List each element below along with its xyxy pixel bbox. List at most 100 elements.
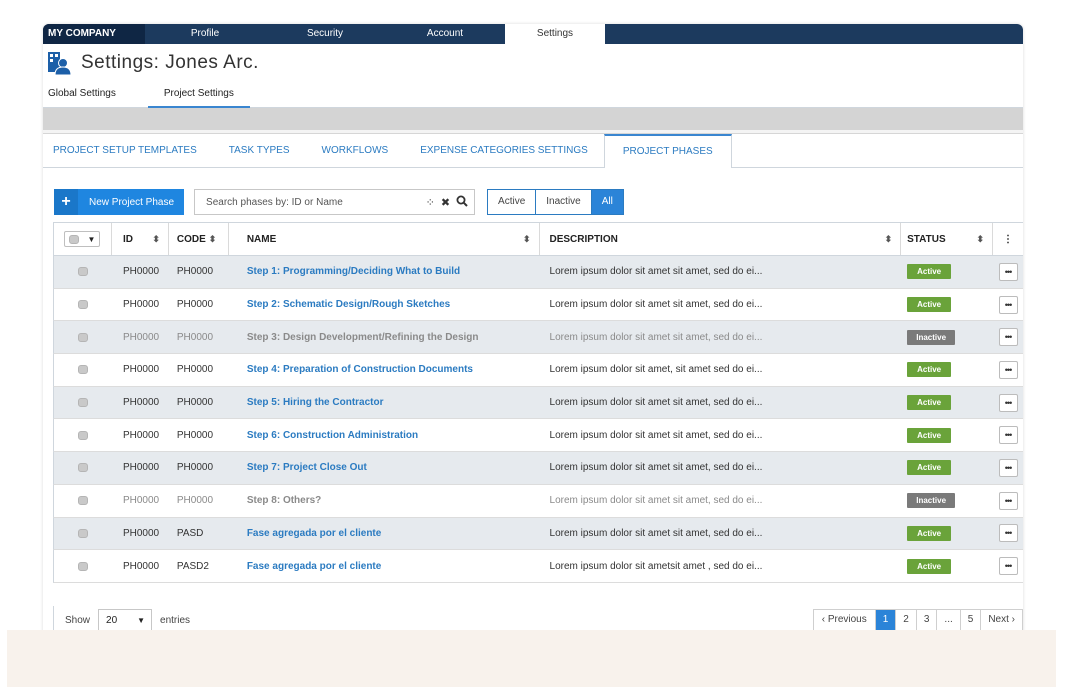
more-icon[interactable]: ••• <box>998 557 1018 576</box>
col-id[interactable]: ID ⬍ <box>112 223 169 255</box>
table-row[interactable]: PH0000 PH0000 Step 2: Schematic Design/R… <box>53 288 1023 322</box>
tab-global-settings[interactable]: Global Settings <box>43 82 121 108</box>
title-bar: Settings: Jones Arc. <box>43 44 1023 82</box>
more-icon[interactable]: ••• <box>998 328 1018 347</box>
tab-task-types[interactable]: TASK TYPES <box>213 134 306 167</box>
row-checkbox[interactable] <box>77 300 88 310</box>
status-badge: Active <box>907 558 952 574</box>
status-badge: Active <box>907 395 952 411</box>
row-checkbox[interactable] <box>77 528 88 538</box>
row-select-cell <box>54 321 112 353</box>
nav-security[interactable]: Security <box>265 24 385 44</box>
col-description[interactable]: DESCRIPTION ⬍ <box>540 223 902 255</box>
search-input[interactable]: Search phases by: ID or Name ⁘ ✖ <box>194 189 476 215</box>
bottom-overlay <box>7 630 1056 687</box>
row-checkbox[interactable] <box>77 496 88 506</box>
row-description: Lorem ipsum dolor sit amet sit amet, sed… <box>549 266 763 278</box>
row-name-link[interactable]: Step 3: Design Development/Refining the … <box>229 321 540 353</box>
row-description: Lorem ipsum dolor sit amet sit amet, sed… <box>549 429 763 441</box>
col-name[interactable]: NAME ⬍ <box>229 223 540 255</box>
row-checkbox[interactable] <box>77 561 88 571</box>
row-select-cell <box>54 518 112 550</box>
select-all-checkbox[interactable] <box>69 234 80 244</box>
table-row[interactable]: PH0000 PH0000 Step 4: Preparation of Con… <box>53 354 1023 387</box>
sort-icon: ⬍ <box>152 233 160 244</box>
row-checkbox[interactable] <box>77 365 88 375</box>
more-icon[interactable]: ••• <box>998 458 1018 477</box>
table-row[interactable]: PH0000 PH0000 Step 1: Programming/Decidi… <box>53 256 1023 289</box>
page-size-select[interactable]: 20 ▼ <box>98 609 153 631</box>
table-row[interactable]: PH0000 PASD Fase agregada por el cliente… <box>53 517 1023 551</box>
row-actions-cell: ••• <box>993 289 1023 321</box>
select-all-dropdown[interactable]: ▼ <box>64 231 101 247</box>
more-icon[interactable]: ••• <box>998 360 1018 379</box>
page-5-button[interactable]: 5 <box>961 610 982 630</box>
more-icon[interactable]: ••• <box>998 491 1018 510</box>
page-3-button[interactable]: 3 <box>917 610 938 630</box>
column-menu-icon[interactable]: ⋮ <box>993 223 1023 255</box>
row-name-link[interactable]: Step 8: Others? <box>229 485 540 517</box>
table-row[interactable]: PH0000 PH0000 Step 6: Construction Admin… <box>53 419 1023 453</box>
table-row[interactable]: PH0000 PH0000 Step 8: Others? Lorem ipsu… <box>53 484 1023 518</box>
status-badge: Inactive <box>907 493 956 509</box>
col-status-label: STATUS <box>907 233 946 245</box>
tab-expense-categories[interactable]: EXPENSE CATEGORIES SETTINGS <box>404 134 604 167</box>
row-name-link[interactable]: Fase agregada por el cliente <box>229 518 540 550</box>
row-checkbox[interactable] <box>77 332 88 342</box>
row-status-cell: Active <box>901 256 993 288</box>
row-status-cell: Active <box>901 550 993 582</box>
page-2-button[interactable]: 2 <box>896 610 917 630</box>
row-checkbox[interactable] <box>77 398 88 408</box>
table-row[interactable]: PH0000 PH0000 Step 7: Project Close Out … <box>53 452 1023 485</box>
table-row[interactable]: PH0000 PASD2 Fase agregada por el client… <box>53 550 1023 583</box>
row-name-link[interactable]: Step 6: Construction Administration <box>229 419 540 451</box>
filter-all[interactable]: All <box>590 190 623 214</box>
status-badge: Active <box>907 427 952 443</box>
table-row[interactable]: PH0000 PH0000 Step 5: Hiring the Contrac… <box>53 386 1023 420</box>
row-checkbox[interactable] <box>77 463 88 473</box>
more-icon[interactable]: ••• <box>998 393 1018 412</box>
col-code[interactable]: CODE ⬍ <box>169 223 229 255</box>
nav-account[interactable]: Account <box>385 24 505 44</box>
nav-settings[interactable]: Settings <box>505 24 605 44</box>
plus-icon: + <box>54 189 78 215</box>
row-name-link[interactable]: Step 5: Hiring the Contractor <box>229 387 540 419</box>
more-icon[interactable]: ••• <box>998 262 1018 281</box>
tab-project-phases[interactable]: PROJECT PHASES <box>603 134 732 168</box>
row-name-link[interactable]: Step 7: Project Close Out <box>229 452 540 484</box>
nav-profile[interactable]: Profile <box>145 24 265 44</box>
divider-bar <box>43 108 1023 130</box>
row-checkbox[interactable] <box>77 267 88 277</box>
row-name-link[interactable]: Step 1: Programming/Deciding What to Bui… <box>229 256 540 288</box>
row-code: PH0000 <box>176 429 214 441</box>
col-status[interactable]: STATUS ⬍ <box>901 223 994 255</box>
col-id-label: ID <box>122 233 133 245</box>
status-filter: Active Inactive All <box>487 189 624 215</box>
more-icon[interactable]: ••• <box>998 295 1018 314</box>
clear-icon[interactable]: ✖ <box>441 196 450 209</box>
row-checkbox[interactable] <box>77 430 88 440</box>
row-name-link[interactable]: Step 2: Schematic Design/Rough Sketches <box>229 289 540 321</box>
settings-user-icon <box>47 51 72 76</box>
more-icon[interactable]: ••• <box>998 426 1018 445</box>
filter-inactive[interactable]: Inactive <box>535 190 590 214</box>
row-id: PH0000 <box>122 364 160 376</box>
row-name-link[interactable]: Fase agregada por el cliente <box>229 550 540 582</box>
new-project-phase-button[interactable]: + New Project Phase <box>54 189 185 215</box>
next-page-button[interactable]: Next › <box>981 610 1022 630</box>
tab-project-settings[interactable]: Project Settings <box>147 82 250 108</box>
tab-project-setup-templates[interactable]: PROJECT SETUP TEMPLATES <box>43 134 213 167</box>
row-code: PH0000 <box>176 364 214 376</box>
table-row[interactable]: PH0000 PH0000 Step 3: Design Development… <box>53 321 1023 355</box>
previous-page-button[interactable]: ‹ Previous <box>814 610 876 630</box>
row-name-link[interactable]: Step 4: Preparation of Construction Docu… <box>229 354 540 386</box>
status-badge: Inactive <box>907 329 956 345</box>
more-icon[interactable]: ••• <box>998 524 1018 543</box>
row-status-cell: Inactive <box>901 485 993 517</box>
page-1-button[interactable]: 1 <box>875 610 897 630</box>
tab-workflows[interactable]: WORKFLOWS <box>306 134 405 167</box>
search-icon[interactable] <box>456 195 468 210</box>
filter-active[interactable]: Active <box>488 190 535 214</box>
row-actions-cell: ••• <box>993 518 1023 550</box>
row-code: PH0000 <box>176 266 214 278</box>
